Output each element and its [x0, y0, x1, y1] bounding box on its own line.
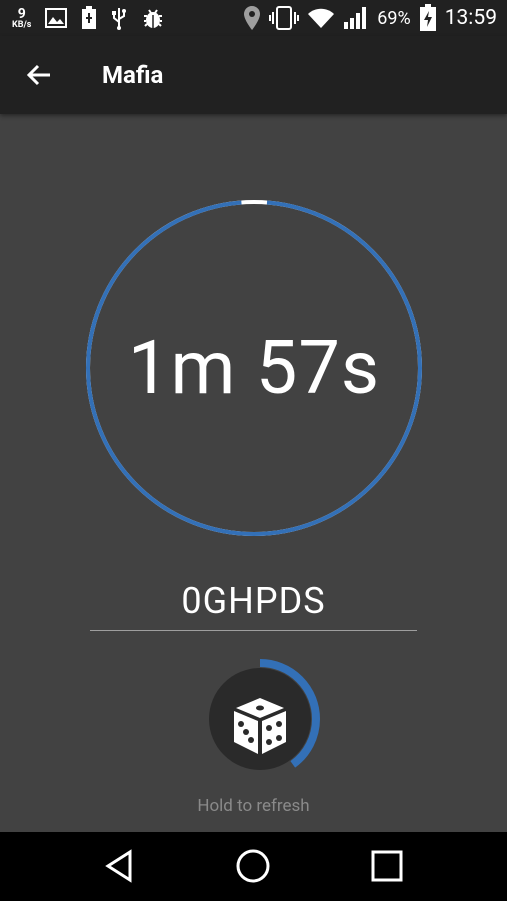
network-speed: 9 KB/s: [12, 7, 31, 30]
battery-saver-icon: [82, 6, 97, 29]
battery-charging-icon: [419, 4, 436, 31]
timer-text: 1m 57s: [127, 324, 381, 412]
clock: 13:59: [444, 6, 497, 30]
battery-percent: 69%: [377, 7, 411, 29]
usb-icon: [112, 8, 127, 30]
debug-icon: [144, 9, 163, 28]
network-speed-value: 9: [17, 5, 26, 22]
refresh-hint: Hold to refresh: [197, 796, 310, 816]
vibrate-icon: [269, 6, 300, 30]
arrow-back-icon[interactable]: [22, 58, 56, 92]
app-bar: Mafia: [0, 36, 507, 114]
signal-icon: [344, 7, 367, 29]
countdown-timer: 1m 57s: [84, 198, 424, 538]
back-triangle-icon[interactable]: [100, 846, 140, 886]
recents-square-icon[interactable]: [367, 846, 407, 886]
status-bar: 9 KB/s 69% 13:59: [0, 0, 507, 36]
refresh-button-background: [209, 668, 311, 770]
image-icon: [45, 8, 68, 28]
refresh-progress-ring: [200, 659, 320, 779]
network-speed-unit: KB/s: [12, 19, 32, 30]
location-icon: [244, 6, 261, 30]
code-field[interactable]: 0GHPDS: [90, 578, 417, 631]
wifi-icon: [308, 8, 335, 28]
page-title: Mafia: [102, 61, 164, 89]
refresh-button[interactable]: [199, 658, 321, 780]
navigation-bar: [0, 832, 507, 901]
home-circle-icon[interactable]: [233, 846, 273, 886]
